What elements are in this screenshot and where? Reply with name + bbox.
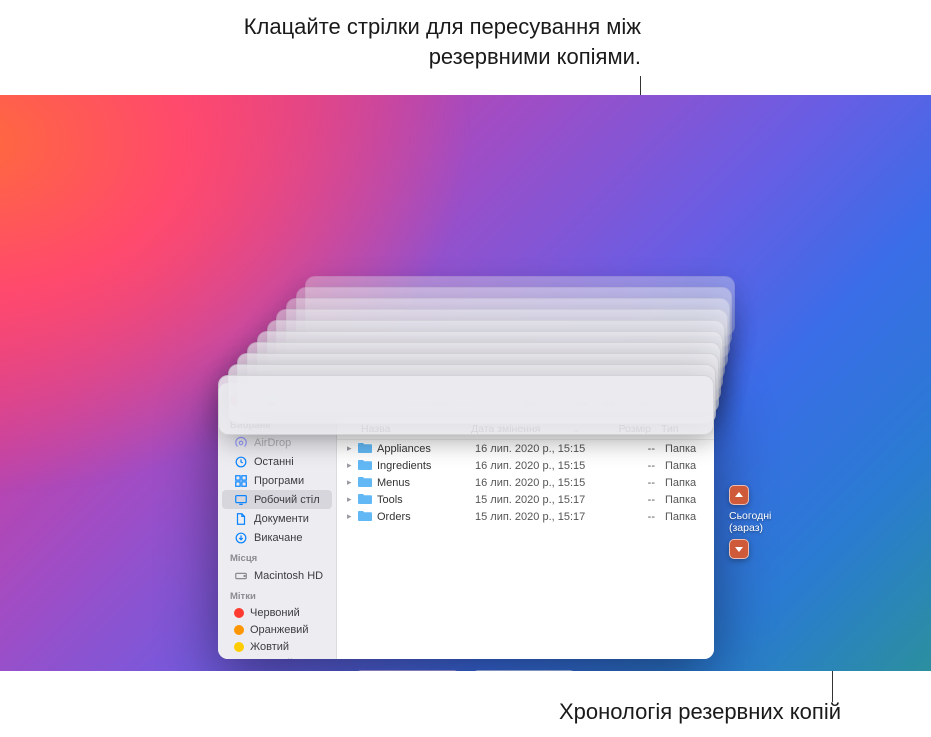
file-size: -- — [605, 460, 665, 472]
tag-dot-icon — [234, 625, 244, 635]
folder-icon — [357, 459, 373, 473]
file-row[interactable]: ▸ Tools15 лип. 2020 р., 15:17--Папка — [337, 491, 714, 508]
folder-icon — [357, 510, 373, 524]
disclosure-triangle-icon[interactable]: ▸ — [347, 443, 357, 454]
sidebar-item-label: Робочий стіл — [254, 494, 320, 506]
airdrop-icon — [234, 436, 248, 450]
file-row[interactable]: ▸ Appliances16 лип. 2020 р., 15:15--Папка — [337, 440, 714, 457]
desktop-icon — [234, 493, 248, 507]
clock-icon — [234, 455, 248, 469]
disclosure-triangle-icon[interactable]: ▸ — [347, 460, 357, 471]
sidebar-item-airdrop[interactable]: AirDrop — [222, 433, 332, 452]
backup-current-label: Сьогодні (зараз) — [729, 509, 799, 535]
sidebar-item-документи[interactable]: Документи — [222, 509, 332, 528]
download-icon — [234, 531, 248, 545]
disclosure-triangle-icon[interactable]: ▸ — [347, 494, 357, 505]
disclosure-triangle-icon[interactable]: ▸ — [347, 477, 357, 488]
sidebar-item-робочий стіл[interactable]: Робочий стіл — [222, 490, 332, 509]
file-size: -- — [605, 443, 665, 455]
action-buttons: Скасувати Відновити — [0, 670, 931, 671]
backup-prev-button[interactable] — [729, 485, 749, 505]
file-row[interactable]: ▸ Ingredients16 лип. 2020 р., 15:15--Папк… — [337, 457, 714, 474]
sidebar-header-locations: Місця — [218, 547, 336, 566]
sidebar-item-label: Документи — [254, 513, 309, 525]
sidebar-item-викачане[interactable]: Викачане — [222, 528, 332, 547]
sidebar-item-програми[interactable]: Програми — [222, 471, 332, 490]
folder-icon — [357, 476, 373, 490]
backup-nav: Сьогодні (зараз) — [729, 485, 799, 559]
sidebar-item-label: Оранжевий — [250, 624, 308, 636]
file-name: Appliances — [377, 443, 475, 455]
file-date: 16 лип. 2020 р., 15:15 — [475, 477, 605, 489]
file-row[interactable]: ▸ Orders15 лип. 2020 р., 15:17--Папка — [337, 508, 714, 525]
annotation-arrows: Клацайте стрілки для пересування між рез… — [141, 12, 641, 71]
cancel-button[interactable]: Скасувати — [356, 670, 460, 671]
folder-icon — [357, 442, 373, 456]
doc-icon — [234, 512, 248, 526]
sidebar-item-label: AirDrop — [254, 437, 291, 449]
sidebar-item-label: Зелений — [250, 658, 293, 660]
file-date: 16 лип. 2020 р., 15:15 — [475, 443, 605, 455]
file-kind: Папка — [665, 477, 706, 489]
restore-button[interactable]: Відновити — [473, 670, 575, 671]
backup-next-button[interactable] — [729, 539, 749, 559]
file-name: Ingredients — [377, 460, 475, 472]
file-name: Menus — [377, 477, 475, 489]
sidebar-item-macintosh hd[interactable]: Macintosh HD — [222, 566, 332, 585]
time-machine-desktop: Вибране AirDropОстанніПрограмиРобочий ст… — [0, 95, 931, 671]
sidebar-item-останні[interactable]: Останні — [222, 452, 332, 471]
file-size: -- — [605, 511, 665, 523]
file-kind: Папка — [665, 443, 706, 455]
disclosure-triangle-icon[interactable]: ▸ — [347, 511, 357, 522]
file-list: ▸Appliances16 лип. 2020 р., 15:15--Папка… — [337, 440, 714, 659]
file-name: Orders — [377, 511, 475, 523]
file-kind: Папка — [665, 494, 706, 506]
apps-icon — [234, 474, 248, 488]
sidebar-item-жовтий[interactable]: Жовтий — [222, 638, 332, 655]
sidebar-item-label: Macintosh HD — [254, 570, 323, 582]
file-row[interactable]: ▸ Menus16 лип. 2020 р., 15:15--Папка — [337, 474, 714, 491]
hd-icon — [234, 569, 248, 583]
sidebar-item-label: Жовтий — [250, 641, 289, 653]
sidebar-header-tags: Мітки — [218, 585, 336, 604]
sidebar-item-оранжевий[interactable]: Оранжевий — [222, 621, 332, 638]
sidebar-item-label: Останні — [254, 456, 294, 468]
sidebar-item-label: Викачане — [254, 532, 302, 544]
tag-dot-icon — [234, 608, 244, 618]
file-name: Tools — [377, 494, 475, 506]
sidebar-item-червоний[interactable]: Червоний — [222, 604, 332, 621]
annotation-timeline: Хронологія резервних копій — [341, 697, 841, 727]
file-date: 16 лип. 2020 р., 15:15 — [475, 460, 605, 472]
file-date: 15 лип. 2020 р., 15:17 — [475, 511, 605, 523]
file-size: -- — [605, 477, 665, 489]
folder-icon — [357, 493, 373, 507]
file-kind: Папка — [665, 511, 706, 523]
sidebar-item-label: Червоний — [250, 607, 300, 619]
sidebar-item-зелений[interactable]: Зелений — [222, 655, 332, 659]
tag-dot-icon — [234, 659, 244, 660]
file-size: -- — [605, 494, 665, 506]
tag-dot-icon — [234, 642, 244, 652]
sidebar-item-label: Програми — [254, 475, 304, 487]
file-kind: Папка — [665, 460, 706, 472]
file-date: 15 лип. 2020 р., 15:17 — [475, 494, 605, 506]
